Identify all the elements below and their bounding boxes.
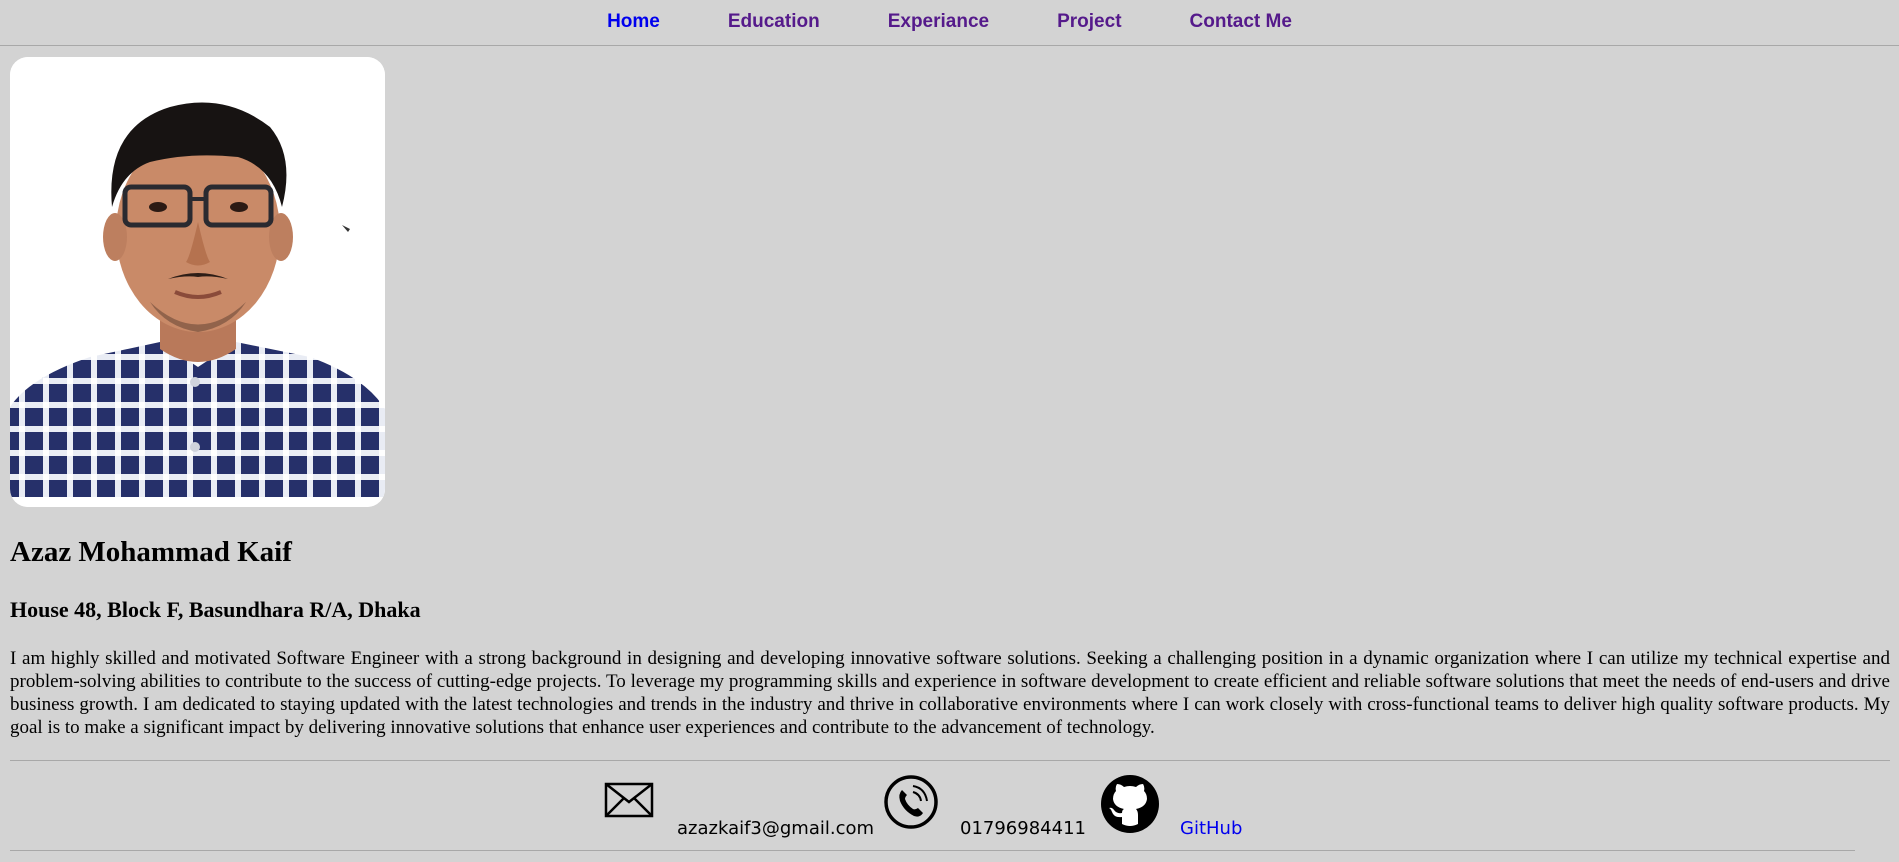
nav-link-home[interactable]: Home (607, 11, 660, 33)
nav-link-project[interactable]: Project (1057, 11, 1121, 33)
phone-number[interactable]: 01796984411 (960, 818, 1086, 839)
envelope-icon (604, 782, 654, 823)
divider-bottom (10, 850, 1855, 851)
contact-bar: azazkaif3@gmail.com 01796984411 GitHub (0, 770, 1899, 850)
profile-photo (10, 57, 385, 507)
profile-bio: I am highly skilled and motivated Softwa… (10, 648, 1890, 738)
divider-top (10, 760, 1890, 761)
github-icon (1100, 774, 1160, 839)
phone-icon (883, 774, 939, 835)
email-address[interactable]: azazkaif3@gmail.com (677, 818, 874, 839)
profile-photo-illustration (10, 57, 385, 507)
top-navigation: Home Education Experiance Project Contac… (0, 0, 1899, 46)
profile-address: House 48, Block F, Basundhara R/A, Dhaka (10, 597, 421, 622)
nav-link-contact[interactable]: Contact Me (1190, 11, 1292, 33)
nav-link-education[interactable]: Education (728, 11, 820, 33)
github-link[interactable]: GitHub (1180, 818, 1242, 839)
nav-link-experience[interactable]: Experiance (888, 11, 989, 33)
profile-name: Azaz Mohammad Kaif (10, 536, 292, 568)
